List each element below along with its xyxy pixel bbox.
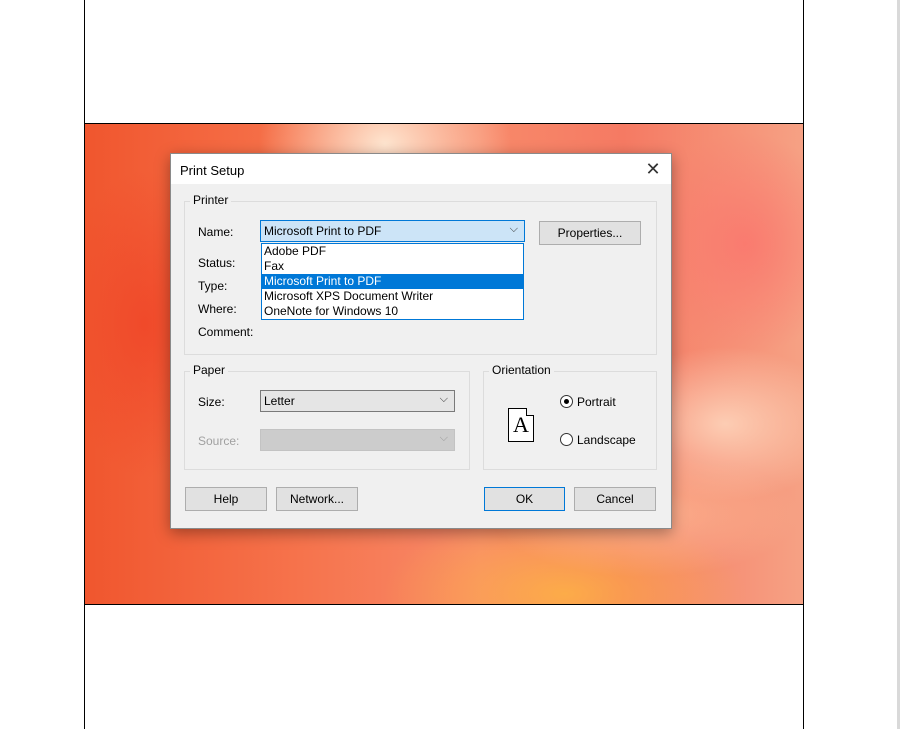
dialog-titlebar: Print Setup ✕ [171, 154, 671, 184]
orientation-group-label: Orientation [489, 363, 554, 377]
portrait-radio[interactable] [560, 395, 573, 408]
ok-button[interactable]: OK [484, 487, 565, 511]
paper-size-value: Letter [264, 394, 295, 408]
cancel-button[interactable]: Cancel [574, 487, 656, 511]
printer-name-label: Name: [198, 225, 234, 239]
close-icon[interactable]: ✕ [635, 154, 671, 184]
paper-source-select: ⌵ [260, 429, 455, 451]
paper-size-label: Size: [198, 395, 225, 409]
portrait-preview-icon: A [508, 408, 534, 442]
paper-size-select[interactable]: Letter ⌵ [260, 390, 455, 412]
dialog-title: Print Setup [180, 163, 245, 178]
printer-type-label: Type: [198, 279, 228, 293]
page-border-right [803, 0, 804, 729]
printer-option-selected[interactable]: Microsoft Print to PDF [262, 274, 523, 289]
paper-group: Paper [184, 363, 470, 470]
chevron-down-icon: ⌵ [509, 223, 518, 235]
printer-where-label: Where: [198, 302, 237, 316]
printer-name-value: Microsoft Print to PDF [264, 224, 382, 238]
radio-dot [564, 399, 569, 404]
printer-comment-label: Comment: [198, 325, 254, 339]
properties-button[interactable]: Properties... [539, 221, 641, 245]
printer-option[interactable]: Microsoft XPS Document Writer [262, 289, 523, 304]
printer-option[interactable]: Adobe PDF [262, 244, 523, 259]
landscape-radio[interactable] [560, 433, 573, 446]
paper-source-label: Source: [198, 434, 240, 448]
paper-group-label: Paper [190, 363, 229, 377]
printer-option[interactable]: OneNote for Windows 10 [262, 304, 523, 319]
printer-group-label: Printer [190, 193, 232, 207]
portrait-label[interactable]: Portrait [577, 395, 616, 409]
chevron-down-icon: ⌵ [439, 432, 448, 444]
printer-status-label: Status: [198, 256, 236, 270]
landscape-label[interactable]: Landscape [577, 433, 636, 447]
printer-option[interactable]: Fax [262, 259, 523, 274]
chevron-down-icon: ⌵ [439, 393, 448, 405]
help-button[interactable]: Help [185, 487, 267, 511]
printer-name-select[interactable]: Microsoft Print to PDF ⌵ [260, 220, 525, 242]
network-button[interactable]: Network... [276, 487, 358, 511]
printer-dropdown-list: Adobe PDF Fax Microsoft Print to PDF Mic… [261, 243, 524, 320]
